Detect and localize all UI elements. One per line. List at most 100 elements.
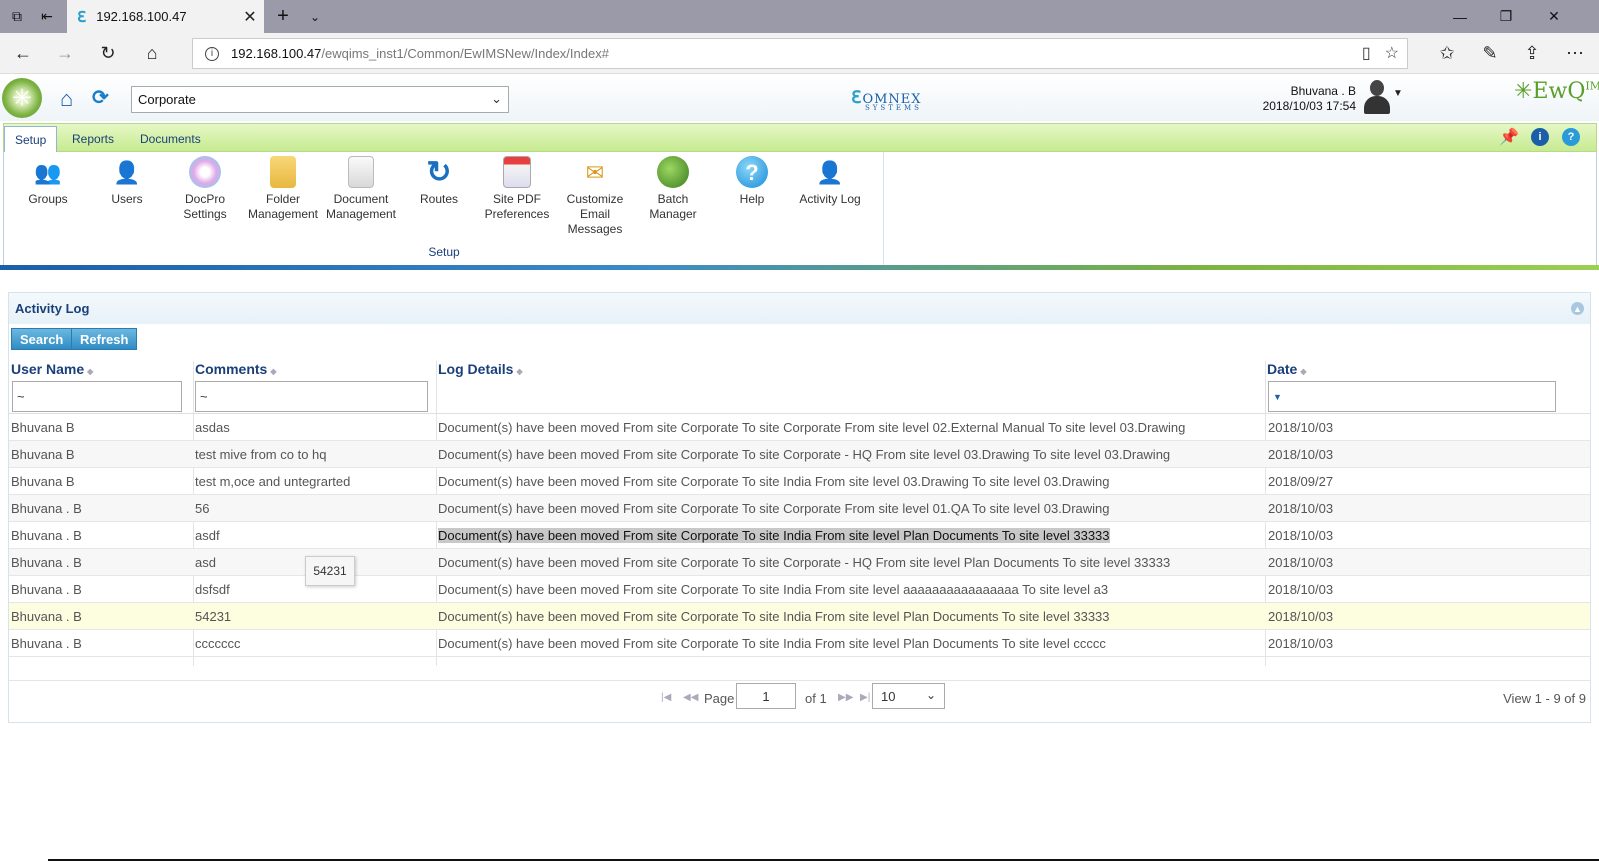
routes-button[interactable]: ↻ Routes xyxy=(399,156,479,207)
activity-log-panel: Activity Log ▲ Search Refresh User Name ◆… xyxy=(8,292,1591,723)
page-size-select[interactable]: 10 ⌄ xyxy=(872,683,945,709)
refresh-icon[interactable]: ⟳ xyxy=(92,85,109,110)
more-icon[interactable]: ⋯ xyxy=(1558,37,1592,69)
first-page-icon[interactable]: |◀ xyxy=(661,692,671,703)
refresh-button[interactable]: Refresh xyxy=(71,328,138,350)
app-logo-icon[interactable]: ✳ xyxy=(2,78,42,118)
date-cell: 2018/10/03 xyxy=(1268,420,1334,435)
tab-title: 192.168.100.47 xyxy=(96,9,187,24)
panel-title: Activity Log ▲ xyxy=(9,293,1590,324)
table-row[interactable]: Bhuvana B test m,oce and untegrarted Docum… xyxy=(9,468,1590,495)
table-row[interactable]: Bhuvana . B asd Document(s) have been move… xyxy=(9,549,1590,576)
user-name-cell: Bhuvana . B xyxy=(11,528,82,543)
comments-filter-input[interactable]: ~ xyxy=(195,381,428,412)
tab-documents[interactable]: Documents xyxy=(130,126,211,152)
folder-management-button[interactable]: Folder Management xyxy=(243,156,323,222)
last-page-icon[interactable]: ▶| xyxy=(860,692,870,703)
groups-icon: 👥 xyxy=(34,159,62,185)
user-name-cell: Bhuvana . B xyxy=(11,582,82,597)
site-pdf-preferences-button[interactable]: Site PDF Preferences xyxy=(477,156,557,222)
comments-cell: dsfsdf xyxy=(195,582,230,597)
column-header-user-name[interactable]: User Name ◆ xyxy=(9,361,93,380)
log-details-cell: Document(s) have been moved From site Co… xyxy=(438,555,1171,570)
search-button[interactable]: Search xyxy=(11,328,73,350)
log-details-cell: Document(s) have been moved From site Co… xyxy=(438,447,1171,462)
page-number-input[interactable]: 1 xyxy=(736,683,796,709)
restore-icon[interactable]: ❐ xyxy=(1483,0,1529,33)
site-select[interactable]: Corporate ⌄ xyxy=(131,86,509,113)
tab-setup[interactable]: Setup xyxy=(4,126,58,152)
table-row[interactable]: Bhuvana . B dsfsdf Document(s) have been m… xyxy=(9,576,1590,603)
table-row[interactable]: Bhuvana . B 56 Document(s) have been moved… xyxy=(9,495,1590,522)
page-of-label: of 1 xyxy=(805,691,827,706)
browser-tab[interactable]: ℇ 192.168.100.47 ✕ xyxy=(67,0,264,33)
users-button[interactable]: 👤 Users xyxy=(87,156,167,207)
table-row[interactable]: Bhuvana . B 54231 Document(s) have been mo… xyxy=(9,603,1590,630)
ribbon: 👥 Groups 👤 Users DocPro Settings Folder … xyxy=(3,152,1597,265)
column-header-log-details[interactable]: Log Details ◆ xyxy=(436,361,523,380)
view-info: View 1 - 9 of 9 xyxy=(1503,691,1586,706)
docpro-settings-button[interactable]: DocPro Settings xyxy=(165,156,245,222)
table-row[interactable]: Bhuvana . B asdf Document(s) have been mov… xyxy=(9,522,1590,549)
pin-icon[interactable]: 📌 xyxy=(1499,128,1519,146)
user-name: Bhuvana . B xyxy=(1290,84,1356,98)
reload-icon[interactable]: ↻ xyxy=(91,37,125,69)
docpro-settings-icon xyxy=(189,156,221,188)
info-icon[interactable]: i xyxy=(1531,128,1549,146)
column-header-date[interactable]: Date ◆ xyxy=(1265,361,1307,380)
reading-view-icon[interactable]: ▯ xyxy=(1362,43,1371,63)
tooltip: 54231 xyxy=(305,556,355,586)
user-name-cell: Bhuvana B xyxy=(11,420,75,435)
page-label: Page xyxy=(704,691,735,706)
date-cell: 2018/10/03 xyxy=(1268,582,1334,597)
favorite-star-icon[interactable]: ☆ xyxy=(1385,43,1399,63)
log-details-cell: Document(s) have been moved From site Co… xyxy=(438,474,1110,489)
tab-manager-icon[interactable]: ⧉ xyxy=(0,0,34,33)
address-bar[interactable]: i 192.168.100.47 /ewqims_inst1/Common/Ew… xyxy=(192,38,1408,69)
user-name-filter-input[interactable]: ~ xyxy=(12,381,182,412)
tab-list-chevron-icon[interactable]: ⌄ xyxy=(298,0,332,33)
browser-navbar: ← → ↻ ⌂ i 192.168.100.47 /ewqims_inst1/C… xyxy=(0,33,1599,74)
pdf-icon xyxy=(503,156,531,188)
notes-pen-icon[interactable]: ✎ xyxy=(1473,37,1507,69)
table-row[interactable]: Bhuvana B test mive from co to hq Document… xyxy=(9,441,1590,468)
prev-page-icon[interactable]: ◀◀ xyxy=(683,692,698,703)
date-cell: 2018/10/03 xyxy=(1268,447,1334,462)
favorites-icon[interactable]: ✩ xyxy=(1430,37,1464,69)
avatar-icon[interactable] xyxy=(1364,80,1390,114)
help-circle-icon[interactable]: ? xyxy=(1562,128,1580,146)
log-details-cell: Document(s) have been moved From site Co… xyxy=(438,636,1106,651)
home-icon[interactable]: ⌂ xyxy=(60,86,73,112)
site-info-icon[interactable]: i xyxy=(205,46,219,61)
help-button[interactable]: ? Help xyxy=(712,156,792,207)
next-page-icon[interactable]: ▶▶ xyxy=(838,692,853,703)
forward-icon[interactable]: → xyxy=(48,37,82,69)
close-window-icon[interactable]: ✕ xyxy=(1531,0,1577,33)
table-row[interactable]: Bhuvana . B ccccccc Document(s) have been … xyxy=(9,630,1590,657)
groups-button[interactable]: 👥 Groups xyxy=(8,156,88,207)
activity-log-button[interactable]: 👤 Activity Log xyxy=(790,156,870,207)
customize-email-messages-button[interactable]: ✉ Customize Email Messages xyxy=(555,156,635,237)
log-details-cell: Document(s) have been moved From site Co… xyxy=(438,501,1110,516)
pager: |◀ ◀◀ Page 1 of 1 ▶▶ ▶| 10 ⌄ View 1 - 9 … xyxy=(9,680,1590,720)
collapse-icon[interactable]: ▲ xyxy=(1571,302,1584,315)
minimize-icon[interactable]: — xyxy=(1437,0,1483,33)
batch-manager-button[interactable]: Batch Manager xyxy=(633,156,713,222)
sort-icon: ◆ xyxy=(1300,367,1307,376)
home-browser-icon[interactable]: ⌂ xyxy=(135,37,169,69)
comments-cell: 54231 xyxy=(195,609,232,624)
back-icon[interactable]: ← xyxy=(6,37,40,69)
tab-reports[interactable]: Reports xyxy=(62,126,124,152)
set-tabs-aside-icon[interactable]: ⇤ xyxy=(30,0,64,33)
user-menu-caret-icon[interactable]: ▼ xyxy=(1393,88,1403,99)
document-management-button[interactable]: Document Management xyxy=(321,156,401,222)
comments-cell: asd xyxy=(195,555,216,570)
table-row[interactable]: Bhuvana B asdas Document(s) have been move… xyxy=(9,414,1590,441)
column-header-comments[interactable]: Comments ◆ xyxy=(193,361,277,380)
new-tab-icon[interactable]: + xyxy=(266,0,300,33)
tab-close-icon[interactable]: ✕ xyxy=(236,7,264,27)
user-name-cell: Bhuvana . B xyxy=(11,555,82,570)
comments-cell: asdf xyxy=(195,528,220,543)
date-filter-input[interactable]: ▼ xyxy=(1268,381,1556,412)
share-icon[interactable]: ⇪ xyxy=(1515,37,1549,69)
